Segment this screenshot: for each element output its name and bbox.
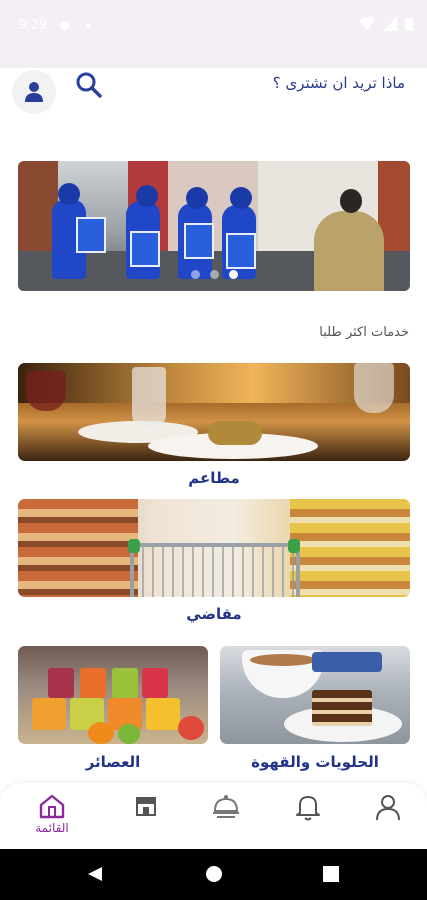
banner-helmet: [230, 187, 252, 209]
nav-orders[interactable]: [198, 793, 254, 839]
category-label-grocery[interactable]: مقاضي: [18, 605, 410, 623]
juice-glass: [142, 668, 168, 698]
page-title: ماذا تريد ان تشترى ؟: [272, 74, 405, 92]
signal-icon: [383, 17, 397, 31]
store-icon: [136, 797, 156, 816]
section-title: خدمات اكثر طلبا: [319, 325, 409, 340]
glass: [132, 367, 166, 427]
nav-home[interactable]: القائمة: [24, 793, 80, 839]
juice-glass: [48, 668, 74, 698]
banner-delivery-box: [184, 223, 214, 259]
juice-glass: [32, 698, 66, 730]
promo-banner-carousel[interactable]: [18, 161, 410, 291]
banner-person: [314, 211, 384, 291]
nav-notifications[interactable]: [280, 793, 336, 839]
status-time: 9:29: [18, 18, 48, 33]
recents-icon[interactable]: [323, 866, 339, 882]
wine-glass: [26, 371, 66, 411]
home-circle-icon[interactable]: [205, 865, 223, 883]
category-label-juice[interactable]: العصائر: [18, 753, 208, 771]
cart-handle: [128, 539, 140, 553]
search-button[interactable]: [72, 68, 106, 102]
header: ماذا تريد ان تشترى ؟: [0, 68, 427, 118]
status-bar: 9:29: [0, 0, 427, 68]
category-label-restaurants[interactable]: مطاعم: [18, 469, 410, 487]
bottom-navigation: القائمة: [0, 783, 427, 849]
banner-helmet: [136, 185, 158, 207]
back-icon[interactable]: [86, 865, 104, 883]
shelf-left: [18, 499, 138, 597]
notification-dot-icon: [86, 23, 91, 28]
battery-icon: [405, 18, 413, 31]
carousel-dot[interactable]: [190, 270, 200, 279]
fruit: [88, 722, 114, 744]
juice-glass: [80, 668, 106, 698]
profile-avatar-button[interactable]: [12, 70, 56, 114]
banner-helmet: [58, 183, 80, 205]
carousel-dots: [18, 270, 410, 279]
banner-helmet: [186, 187, 208, 209]
app-screen: 9:29 ماذا تريد ان تشترى ؟ خدمات اكثر طلب…: [0, 0, 427, 900]
nav-stores[interactable]: [118, 793, 174, 839]
coffee: [250, 654, 316, 666]
carousel-dot[interactable]: [209, 270, 219, 279]
status-icons: [359, 17, 413, 31]
fruit: [118, 724, 140, 744]
food: [208, 421, 262, 445]
gear-status-icon: [60, 21, 69, 30]
category-card-sweets[interactable]: [220, 646, 410, 744]
category-card-juice[interactable]: [18, 646, 208, 744]
search-icon: [76, 72, 102, 98]
banner-delivery-box: [76, 217, 106, 253]
person-icon: [376, 795, 400, 821]
category-label-sweets[interactable]: الحلويات والقهوة: [220, 753, 410, 771]
banner-delivery-box: [130, 231, 160, 267]
category-card-grocery[interactable]: [18, 499, 410, 597]
restaurant-background: [18, 363, 410, 403]
home-icon: [39, 794, 65, 819]
cloche-icon: [213, 795, 239, 818]
juice-glass: [112, 668, 138, 698]
fruit: [178, 716, 204, 740]
nav-profile[interactable]: [360, 793, 416, 839]
banner-delivery-box: [226, 233, 256, 269]
juice-glass: [146, 698, 180, 730]
android-navigation-bar: [0, 849, 427, 900]
banner-person-head: [340, 189, 362, 213]
nav-home-label: القائمة: [35, 821, 69, 835]
package: [312, 652, 382, 672]
category-card-restaurants[interactable]: [18, 363, 410, 461]
shopping-cart: [130, 543, 300, 597]
carousel-dot-active[interactable]: [228, 270, 238, 279]
wifi-icon: [359, 17, 375, 30]
bell-icon: [296, 796, 320, 821]
user-icon: [25, 82, 43, 102]
dessert: [312, 690, 372, 726]
cart-handle: [288, 539, 300, 553]
shelf-right: [290, 499, 410, 597]
wine-glass: [354, 363, 394, 413]
